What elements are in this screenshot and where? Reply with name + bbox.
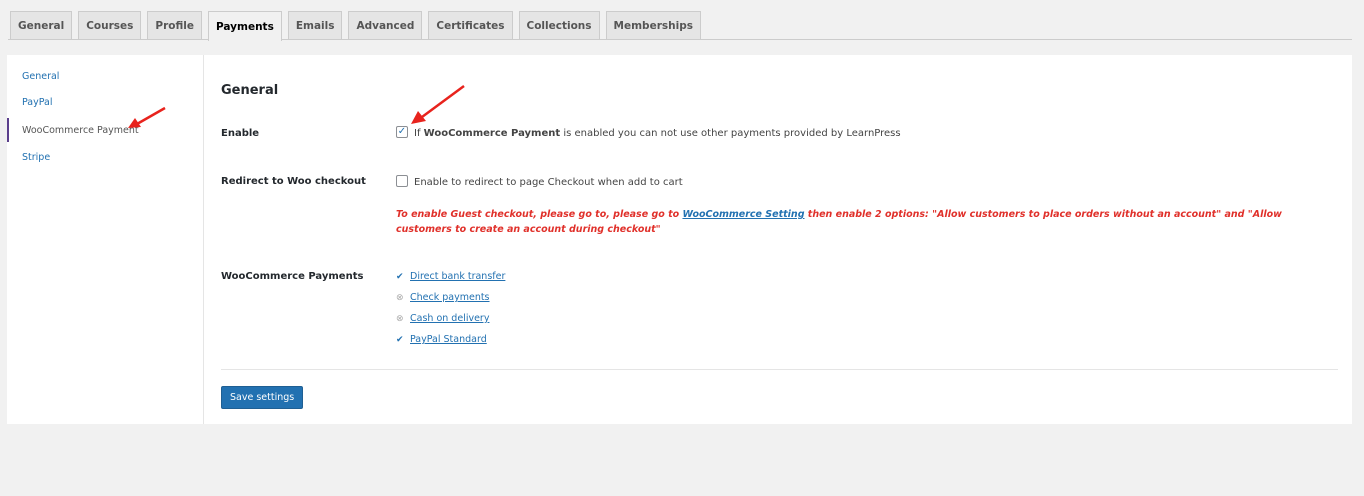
circle-x-icon: ⊗ bbox=[396, 292, 404, 303]
settings-tabs: General Courses Profile Payments Emails … bbox=[10, 11, 707, 41]
sidenav-item-woocommerce-payment[interactable]: WooCommerce Payment bbox=[22, 125, 139, 136]
enable-text-bold: WooCommerce Payment bbox=[423, 128, 561, 139]
enable-checkbox[interactable]: ✓ bbox=[396, 126, 408, 138]
tab-profile[interactable]: Profile bbox=[147, 11, 202, 40]
payment-link-cash-on-delivery[interactable]: Cash on delivery bbox=[410, 313, 489, 324]
section-title: General bbox=[221, 83, 279, 98]
payment-sidenav: General PayPal WooCommerce Payment Strip… bbox=[7, 55, 204, 424]
tab-collections[interactable]: Collections bbox=[518, 11, 600, 40]
tab-emails[interactable]: Emails bbox=[287, 11, 343, 40]
sidenav-item-general[interactable]: General bbox=[22, 71, 59, 82]
payment-settings-content: General Enable ✓ If WooCommerce Payment i… bbox=[221, 55, 1352, 424]
sidenav-item-paypal[interactable]: PayPal bbox=[22, 97, 53, 108]
redirect-label: Redirect to Woo checkout bbox=[221, 176, 366, 187]
settings-panel: General PayPal WooCommerce Payment Strip… bbox=[7, 55, 1352, 424]
sidenav-active-indicator bbox=[7, 118, 9, 142]
guest-checkout-note: To enable Guest checkout, please go to, … bbox=[396, 207, 1336, 237]
list-item: ✔ PayPal Standard bbox=[396, 329, 505, 350]
woo-payments-list: ✔ Direct bank transfer ⊗ Check payments … bbox=[396, 266, 505, 350]
tab-advanced[interactable]: Advanced bbox=[348, 11, 423, 40]
list-item: ⊗ Cash on delivery bbox=[396, 308, 505, 329]
payment-link-check-payments[interactable]: Check payments bbox=[410, 292, 490, 303]
tab-courses[interactable]: Courses bbox=[78, 11, 142, 40]
redirect-text: Enable to redirect to page Checkout when… bbox=[414, 177, 683, 188]
redirect-field: Enable to redirect to page Checkout when… bbox=[396, 175, 683, 188]
sidenav-item-stripe[interactable]: Stripe bbox=[22, 152, 50, 163]
check-icon: ✔ bbox=[396, 271, 404, 282]
tab-general[interactable]: General bbox=[10, 11, 73, 40]
woo-payments-label: WooCommerce Payments bbox=[221, 271, 364, 282]
enable-label: Enable bbox=[221, 128, 260, 139]
content-divider bbox=[221, 369, 1338, 370]
tab-memberships[interactable]: Memberships bbox=[605, 11, 701, 40]
woocommerce-setting-link[interactable]: WooCommerce Setting bbox=[682, 209, 804, 220]
list-item: ⊗ Check payments bbox=[396, 287, 505, 308]
tab-certificates[interactable]: Certificates bbox=[428, 11, 513, 40]
enable-text-post: is enabled you can not use other payment… bbox=[560, 128, 901, 139]
enable-field: ✓ If WooCommerce Payment is enabled you c… bbox=[396, 126, 901, 139]
payment-link-direct-bank-transfer[interactable]: Direct bank transfer bbox=[410, 271, 505, 282]
annotation-arrow-icon bbox=[411, 84, 465, 124]
save-settings-button[interactable]: Save settings bbox=[221, 386, 304, 409]
check-icon: ✔ bbox=[396, 334, 404, 345]
redirect-checkbox[interactable] bbox=[396, 175, 408, 187]
payment-link-paypal-standard[interactable]: PayPal Standard bbox=[410, 334, 487, 345]
list-item: ✔ Direct bank transfer bbox=[396, 266, 505, 287]
enable-text-pre: If bbox=[414, 128, 424, 139]
circle-x-icon: ⊗ bbox=[396, 313, 404, 324]
annotation-arrow-icon bbox=[128, 106, 166, 128]
note-text-pre: To enable Guest checkout, please go to, … bbox=[396, 209, 683, 220]
tab-payments[interactable]: Payments bbox=[208, 11, 282, 41]
